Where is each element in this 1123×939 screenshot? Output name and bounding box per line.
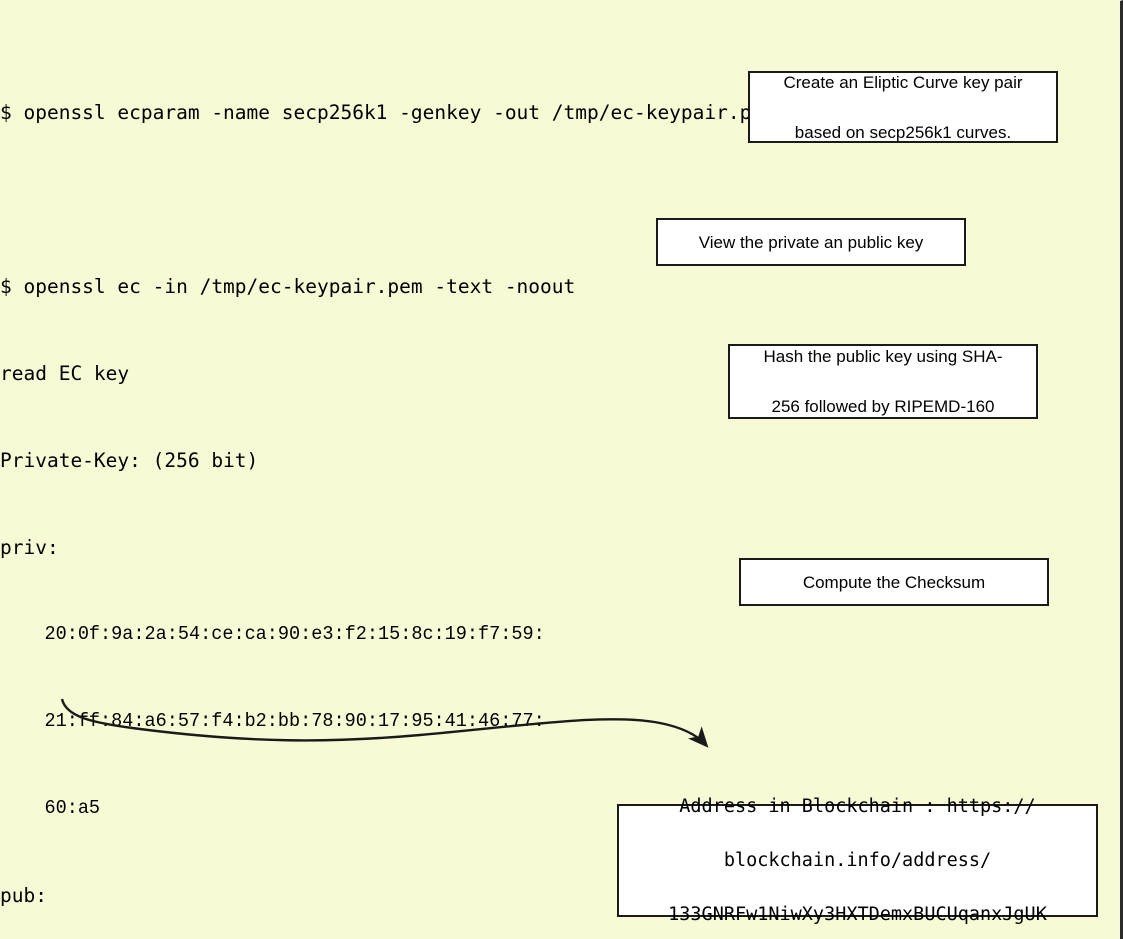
terminal-line-private-key: Private-Key: (256 bit) [0,449,259,472]
callout-hash-pubkey: Hash the public key using SHA- 256 follow… [728,344,1038,419]
callout-create-keypair: Create an Eliptic Curve key pair based on… [748,71,1058,143]
callout-hash-line1: Hash the public key using SHA- [763,347,1003,366]
callout-address-line2: blockchain.info/address/ [723,850,992,871]
callout-view-keys: View the private an public key [656,218,966,266]
slide-canvas: $ openssl ecparam -name secp256k1 -genke… [0,0,1123,939]
callout-hash-line2: 256 followed by RIPEMD-160 [771,397,995,416]
callout-address-text: Address in Blockchain : https:// blockcha… [627,793,1088,928]
callout-compute-checksum: Compute the Checksum [739,558,1049,606]
callout-address-line1: Address in Blockchain : https:// [679,796,1036,817]
callout-view-keys-text: View the private an public key [698,232,924,252]
callout-create-line2: based on secp256k1 curves. [794,122,1012,142]
terminal-line-priv-hex-1: 20:0f:9a:2a:54:ce:ca:90:e3:f2:15:8c:19:f… [0,623,545,645]
callout-compute-checksum-text: Compute the Checksum [802,572,986,592]
callout-blockchain-address: Address in Blockchain : https:// blockcha… [617,796,1098,925]
callout-create-keypair-text: Create an Eliptic Curve key pair based on… [758,70,1048,145]
terminal-line-priv-hex-2: 21:ff:84:a6:57:f4:b2:bb:78:90:17:95:41:4… [0,710,545,732]
callout-address-line3: 133GNRFw1NiwXy3HXTDemxBUCUqanxJgUK [668,904,1047,925]
callout-hash-pubkey-text: Hash the public key using SHA- 256 follow… [738,344,1028,419]
terminal-line-cmd-ectext: $ openssl ec -in /tmp/ec-keypair.pem -te… [0,275,576,298]
callout-create-line1: Create an Eliptic Curve key pair [783,72,1023,92]
